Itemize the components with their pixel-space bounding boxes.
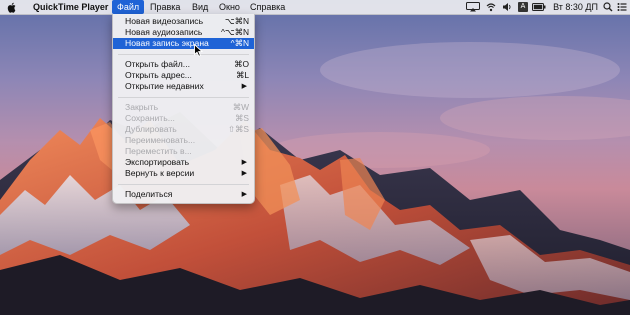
apple-menu[interactable] bbox=[6, 0, 18, 14]
battery-icon[interactable] bbox=[532, 2, 546, 12]
menu-item-close[interactable]: Закрыть ⌘W bbox=[113, 102, 254, 113]
menu-view[interactable]: Вид bbox=[187, 0, 213, 14]
menu-item-share[interactable]: Поделиться ▶ bbox=[113, 189, 254, 200]
menu-window[interactable]: Окно bbox=[214, 0, 245, 14]
submenu-arrow-icon: ▶ bbox=[241, 170, 247, 177]
submenu-arrow-icon: ▶ bbox=[241, 83, 247, 90]
spotlight-search-icon[interactable] bbox=[603, 2, 613, 12]
menu-item-new-screen-recording[interactable]: Новая запись экрана ^⌘N bbox=[113, 38, 254, 49]
submenu-arrow-icon: ▶ bbox=[241, 159, 247, 166]
menu-separator bbox=[118, 97, 249, 98]
mountain-wallpaper bbox=[0, 0, 630, 315]
menu-help[interactable]: Справка bbox=[245, 0, 290, 14]
submenu-arrow-icon: ▶ bbox=[241, 191, 247, 198]
volume-icon[interactable] bbox=[502, 2, 512, 12]
menu-item-export[interactable]: Экспортировать ▶ bbox=[113, 157, 254, 168]
apple-icon bbox=[7, 2, 16, 13]
menu-item-save[interactable]: Сохранить... ⌘S bbox=[113, 113, 254, 124]
menu-item-move-to[interactable]: Переместить в... bbox=[113, 146, 254, 157]
menu-separator bbox=[118, 54, 249, 55]
mouse-pointer-icon bbox=[194, 44, 203, 57]
input-source-indicator[interactable]: A bbox=[518, 2, 528, 12]
menu-bar-clock[interactable]: Вт 8:30 ДП bbox=[553, 0, 598, 14]
menu-item-duplicate[interactable]: Дублировать ⇧⌘S bbox=[113, 124, 254, 135]
wifi-icon[interactable] bbox=[486, 2, 496, 12]
menu-item-rename[interactable]: Переименовать... bbox=[113, 135, 254, 146]
menu-item-new-audio-recording[interactable]: Новая аудиозапись ^⌥⌘N bbox=[113, 27, 254, 38]
menu-file[interactable]: Файл bbox=[112, 0, 145, 14]
menu-item-open-location[interactable]: Открыть адрес... ⌘L bbox=[113, 70, 254, 81]
menu-edit[interactable]: Правка bbox=[145, 0, 185, 14]
file-menu-dropdown: Новая видеозапись ⌥⌘N Новая аудиозапись … bbox=[112, 14, 255, 204]
notification-center-icon[interactable] bbox=[617, 2, 627, 12]
app-menu-quicktime[interactable]: QuickTime Player bbox=[28, 0, 113, 14]
menu-item-new-video-recording[interactable]: Новая видеозапись ⌥⌘N bbox=[113, 16, 254, 27]
menu-bar: QuickTime Player Файл Правка Вид Окно Сп… bbox=[0, 0, 630, 15]
menu-item-revert-to[interactable]: Вернуть к версии ▶ bbox=[113, 168, 254, 179]
menu-item-open-file[interactable]: Открыть файл... ⌘O bbox=[113, 59, 254, 70]
airplay-icon[interactable] bbox=[466, 2, 480, 12]
menu-item-open-recent[interactable]: Открытие недавних ▶ bbox=[113, 81, 254, 92]
desktop-wallpaper bbox=[0, 0, 630, 315]
menu-separator bbox=[118, 184, 249, 185]
